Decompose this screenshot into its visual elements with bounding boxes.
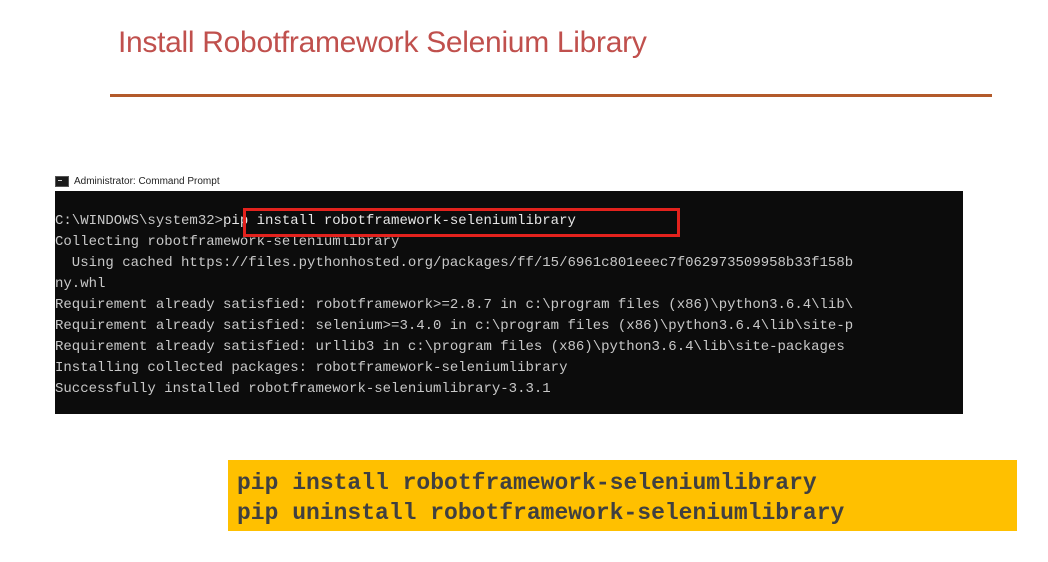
window-title: Administrator: Command Prompt	[74, 175, 220, 187]
command-reference-box: pip install robotframework-seleniumlibra…	[228, 460, 1017, 531]
install-command: pip install robotframework-seleniumlibra…	[237, 470, 817, 496]
prompt-path: C:\WINDOWS\system32>	[55, 213, 224, 229]
slide-title: Install Robotframework Selenium Library	[118, 26, 647, 59]
output-line: ny.whl	[55, 276, 106, 292]
output-line: Requirement already satisfied: selenium>…	[55, 318, 854, 334]
output-line: Requirement already satisfied: urllib3 i…	[55, 339, 845, 355]
uninstall-command: pip uninstall robotframework-seleniumlib…	[237, 500, 845, 526]
output-line: Successfully installed robotframework-se…	[55, 381, 551, 397]
title-divider	[110, 94, 992, 97]
command-prompt-titlebar: Administrator: Command Prompt	[55, 172, 963, 190]
output-line: Requirement already satisfied: robotfram…	[55, 297, 854, 313]
output-line: Using cached https://files.pythonhosted.…	[55, 255, 854, 271]
output-line: Installing collected packages: robotfram…	[55, 360, 568, 376]
cmd-window-icon	[55, 175, 69, 187]
command-highlight-box	[243, 208, 680, 237]
